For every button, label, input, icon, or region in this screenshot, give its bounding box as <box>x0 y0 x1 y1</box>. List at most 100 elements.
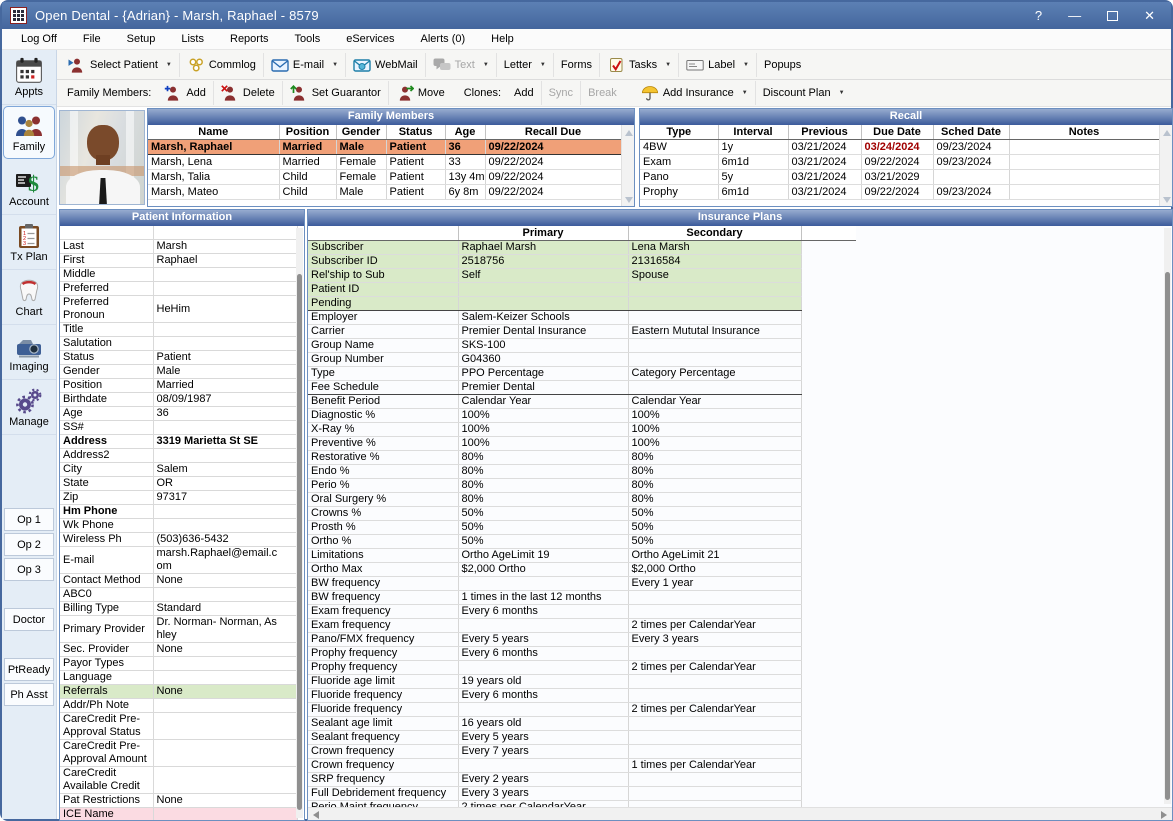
patient-info-row[interactable]: Referrals None <box>60 685 297 699</box>
insurance-row[interactable]: Exam frequency Every 6 months <box>308 605 856 619</box>
patient-info-row[interactable]: City Salem <box>60 463 297 477</box>
maximize-button[interactable] <box>1107 11 1118 21</box>
insurance-row[interactable]: Crown frequency 1 times per CalendarYear <box>308 759 856 773</box>
insurance-row[interactable]: Fluoride frequency 2 times per CalendarY… <box>308 703 856 717</box>
insurance-row[interactable]: BW frequency 1 times in the last 12 mont… <box>308 591 856 605</box>
help-button[interactable]: ? <box>1035 8 1042 23</box>
patient-info-row[interactable]: Hm Phone <box>60 505 297 519</box>
sidebar-module-button[interactable]: Family <box>3 106 55 159</box>
insurance-row[interactable]: Ortho Max $2,000 Ortho $2,000 Ortho <box>308 563 856 577</box>
recall-row[interactable]: 4BW 1y 03/21/2024 03/24/2024 09/23/2024 <box>640 140 1159 155</box>
patient-info-row[interactable]: ICE Name <box>60 808 297 821</box>
toolbar-button[interactable]: Label <box>678 53 756 77</box>
patient-info-row[interactable]: Addr/Ph Note <box>60 699 297 713</box>
insurance-row[interactable]: Prosth % 50% 50% <box>308 521 856 535</box>
patient-info-scrollbar[interactable] <box>296 228 303 818</box>
sidebar-module-button[interactable]: Manage <box>2 380 56 435</box>
patient-info-row[interactable]: First Raphael <box>60 254 297 268</box>
insurance-row[interactable]: Employer Salem-Keizer Schools <box>308 311 856 325</box>
toolbar-button[interactable]: Add Insurance <box>634 81 755 105</box>
patient-info-row[interactable] <box>60 226 297 240</box>
insurance-row[interactable]: Carrier Premier Dental Insurance Eastern… <box>308 325 856 339</box>
toolbar-button[interactable]: Move <box>388 81 452 105</box>
patient-info-row[interactable]: Primary Provider Dr. Norman- Norman, Ash… <box>60 616 297 643</box>
insurance-row[interactable]: Fluoride frequency Every 6 months <box>308 689 856 703</box>
insurance-row[interactable]: Exam frequency 2 times per CalendarYear <box>308 619 856 633</box>
patient-info-row[interactable]: Language <box>60 671 297 685</box>
insurance-row[interactable]: Pending <box>308 297 856 311</box>
scroll-up-icon[interactable] <box>625 130 633 136</box>
menu-item[interactable]: File <box>70 31 114 47</box>
patient-info-row[interactable]: State OR <box>60 477 297 491</box>
menu-item[interactable]: Log Off <box>8 31 70 47</box>
toolbar-button[interactable]: Add <box>157 81 213 105</box>
insurance-row[interactable]: Sealant age limit 16 years old <box>308 717 856 731</box>
operatory-view-button[interactable]: Op 1 <box>4 508 54 531</box>
insurance-row[interactable]: Fluoride age limit 19 years old <box>308 675 856 689</box>
insurance-row[interactable]: Preventive % 100% 100% <box>308 437 856 451</box>
scroll-up-icon[interactable] <box>1163 130 1171 136</box>
patient-info-row[interactable]: Middle <box>60 268 297 282</box>
menu-item[interactable]: Setup <box>114 31 169 47</box>
sidebar-module-button[interactable]: Chart <box>2 270 56 325</box>
toolbar-button[interactable]: Break <box>580 81 624 105</box>
insurance-row[interactable]: Limitations Ortho AgeLimit 19 Ortho AgeL… <box>308 549 856 563</box>
operatory-view-button[interactable]: PtReady <box>4 658 54 681</box>
patient-info-row[interactable]: SS# <box>60 421 297 435</box>
patient-info-row[interactable]: Position Married <box>60 379 297 393</box>
insurance-row[interactable]: X-Ray % 100% 100% <box>308 423 856 437</box>
minimize-button[interactable]: — <box>1068 8 1081 23</box>
scroll-left-icon[interactable] <box>313 811 319 819</box>
toolbar-button[interactable]: Discount Plan <box>755 81 852 105</box>
menu-item[interactable]: eServices <box>333 31 407 47</box>
operatory-view-button[interactable]: Doctor <box>4 608 54 631</box>
insurance-row[interactable]: Prophy frequency 2 times per CalendarYea… <box>308 661 856 675</box>
toolbar-button[interactable]: WebMail <box>345 53 425 77</box>
scroll-right-icon[interactable] <box>1161 811 1167 819</box>
patient-info-row[interactable]: CareCredit Pre-Approval Status <box>60 713 297 740</box>
insurance-row[interactable]: Sealant frequency Every 5 years <box>308 731 856 745</box>
patient-info-row[interactable]: Address 3319 Marietta St SE <box>60 435 297 449</box>
family-scrollbar[interactable] <box>621 125 634 207</box>
patient-photo[interactable] <box>59 110 145 205</box>
patient-info-row[interactable]: E-mail marsh.Raphael@email.com <box>60 547 297 574</box>
toolbar-button[interactable]: Popups <box>756 53 808 77</box>
insurance-row[interactable]: Group Number G04360 <box>308 353 856 367</box>
patient-info-row[interactable]: Wireless Ph (503)636-5432 <box>60 533 297 547</box>
insurance-row[interactable]: Crowns % 50% 50% <box>308 507 856 521</box>
insurance-row[interactable]: Crown frequency Every 7 years <box>308 745 856 759</box>
toolbar-button[interactable]: Tasks <box>599 53 678 77</box>
sidebar-module-button[interactable]: 123 Tx Plan <box>2 215 56 270</box>
scroll-down-icon[interactable] <box>625 197 633 203</box>
patient-info-row[interactable]: Zip 97317 <box>60 491 297 505</box>
insurance-row[interactable]: Subscriber ID 2518756 21316584 <box>308 255 856 269</box>
insurance-row[interactable]: Pano/FMX frequency Every 5 years Every 3… <box>308 633 856 647</box>
insurance-row[interactable]: Diagnostic % 100% 100% <box>308 409 856 423</box>
sidebar-module-button[interactable]: Imaging <box>2 325 56 380</box>
sidebar-module-button[interactable]: $ Account <box>2 160 56 215</box>
insurance-vscrollbar[interactable] <box>1164 228 1171 804</box>
family-member-row[interactable]: Marsh, Talia Child Female Patient 13y 4m… <box>148 170 621 185</box>
insurance-row[interactable]: Subscriber Raphael Marsh Lena Marsh <box>308 241 856 255</box>
insurance-row[interactable]: SRP frequency Every 2 years <box>308 773 856 787</box>
patient-info-row[interactable]: Gender Male <box>60 365 297 379</box>
toolbar-button[interactable]: Letter <box>496 53 553 77</box>
patient-info-row[interactable]: Address2 <box>60 449 297 463</box>
toolbar-button[interactable]: E-mail <box>263 53 345 77</box>
insurance-row[interactable]: Rel'ship to Sub Self Spouse <box>308 269 856 283</box>
scroll-down-icon[interactable] <box>1163 197 1171 203</box>
toolbar-button[interactable]: Commlog <box>179 53 263 77</box>
insurance-row[interactable]: Full Debridement frequency Every 3 years <box>308 787 856 801</box>
insurance-row[interactable]: Endo % 80% 80% <box>308 465 856 479</box>
toolbar-button[interactable]: Set Guarantor <box>282 81 388 105</box>
patient-info-row[interactable]: Payor Types <box>60 657 297 671</box>
insurance-row[interactable]: Prophy frequency Every 6 months <box>308 647 856 661</box>
recall-row[interactable]: Exam 6m1d 03/21/2024 09/22/2024 09/23/20… <box>640 155 1159 170</box>
patient-info-row[interactable]: Pat Restrictions None <box>60 794 297 808</box>
patient-info-row[interactable]: Last Marsh <box>60 240 297 254</box>
toolbar-button[interactable]: Sync <box>541 81 580 105</box>
toolbar-button[interactable]: Add <box>507 81 541 105</box>
patient-info-row[interactable]: Birthdate 08/09/1987 <box>60 393 297 407</box>
patient-info-row[interactable]: Title <box>60 323 297 337</box>
patient-info-row[interactable]: CareCredit Available Credit <box>60 767 297 794</box>
